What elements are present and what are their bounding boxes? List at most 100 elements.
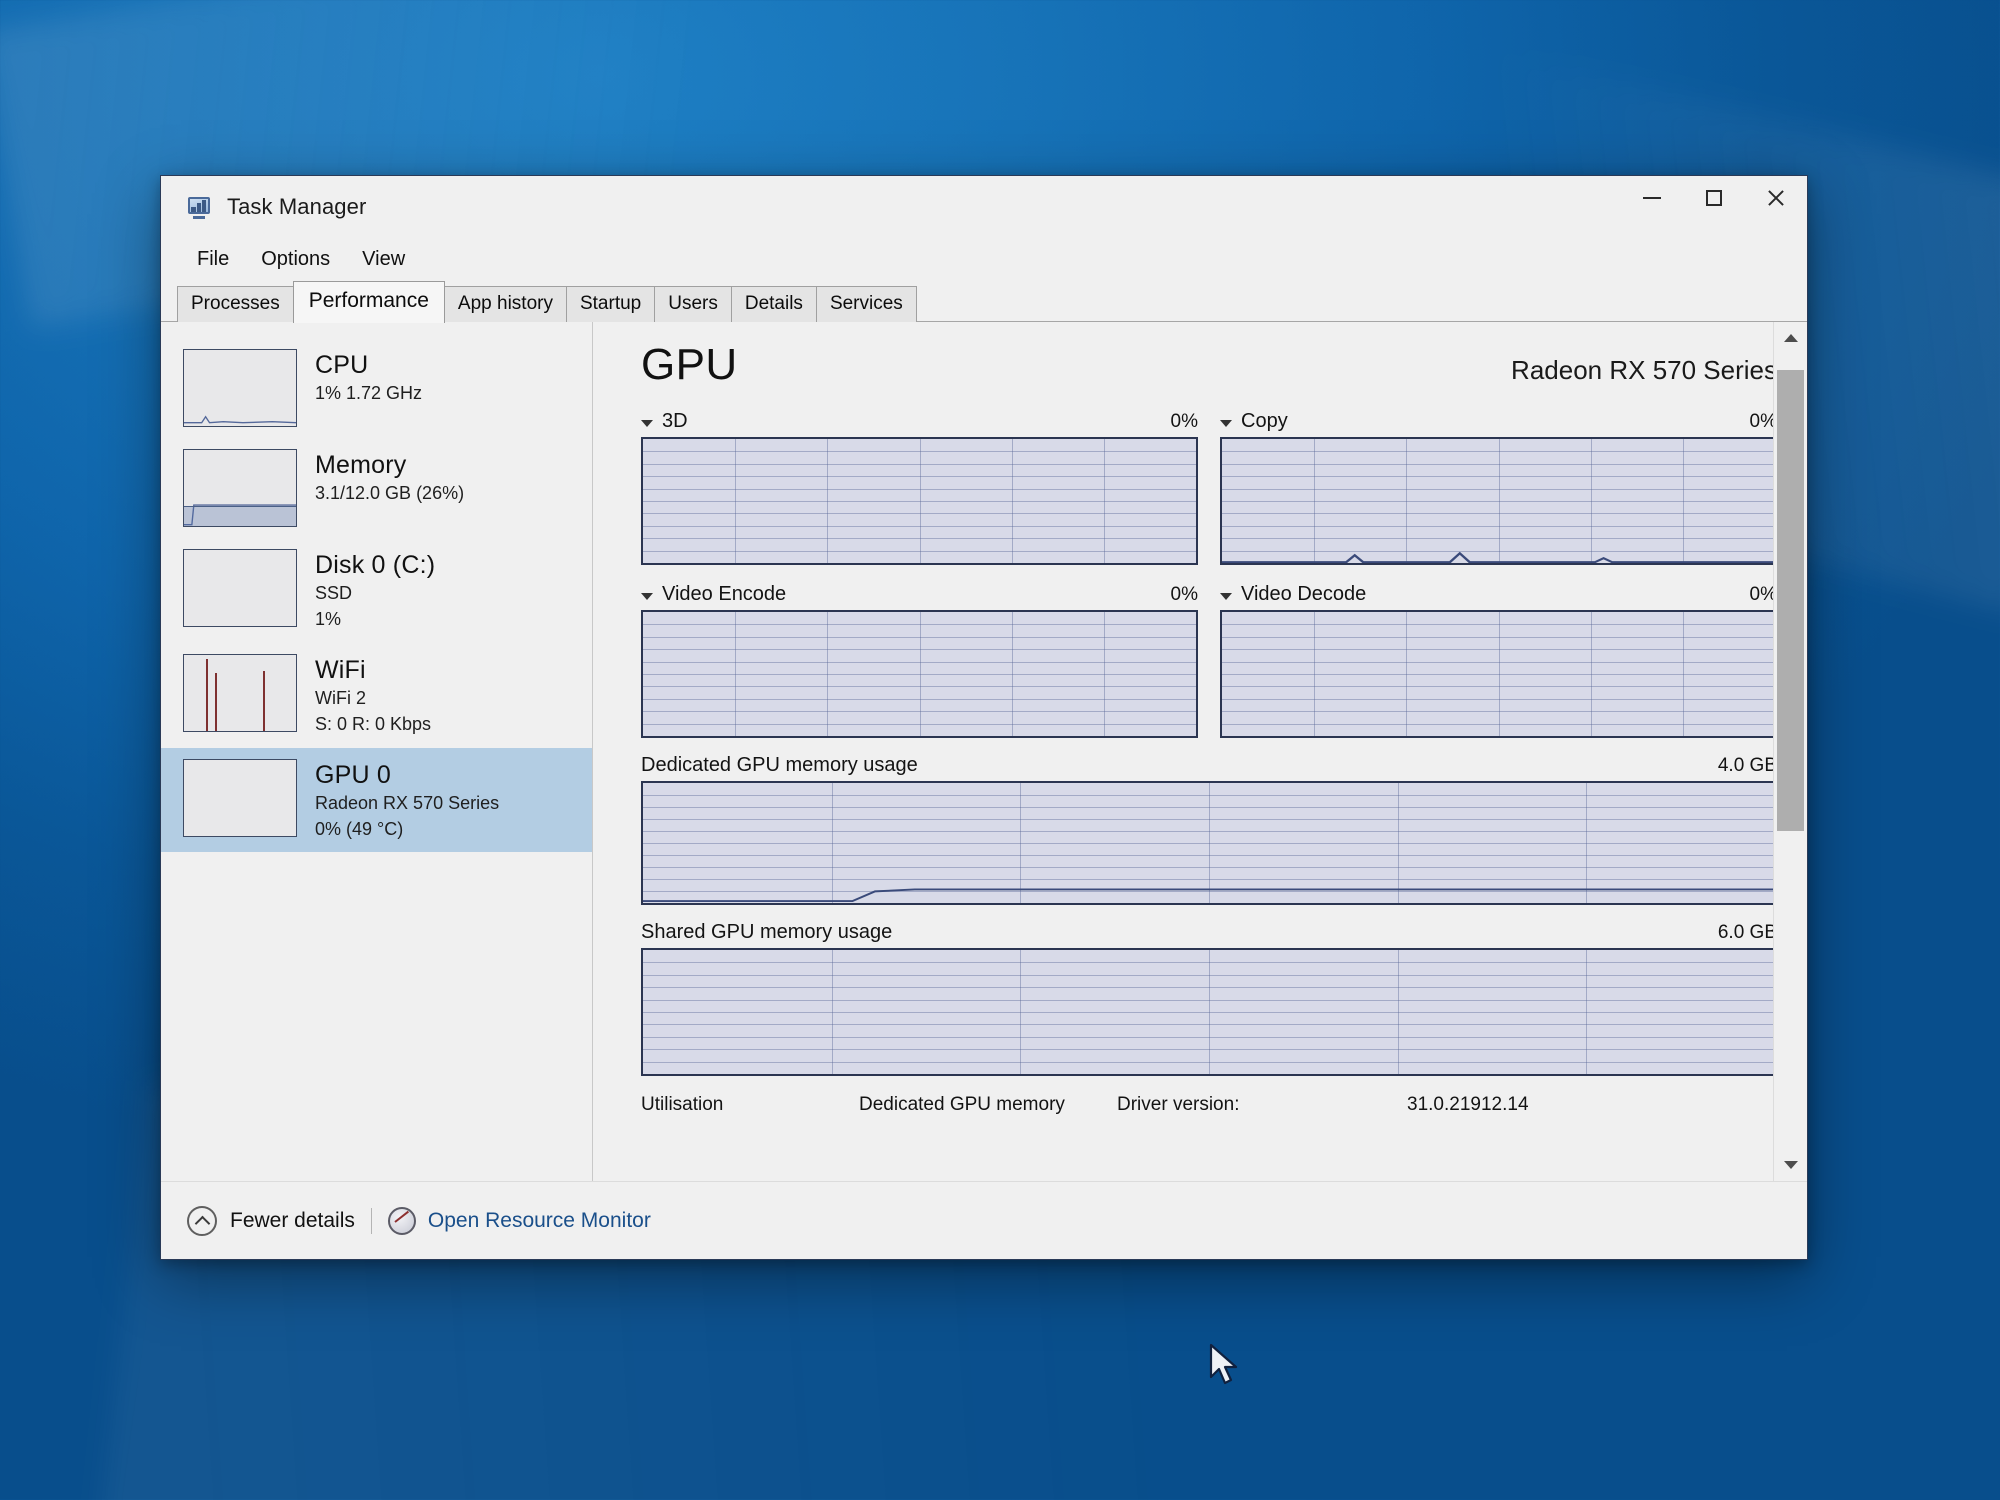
graph-canvas-shared-memory bbox=[641, 948, 1777, 1076]
tab-app-history[interactable]: App history bbox=[443, 286, 567, 322]
tab-users[interactable]: Users bbox=[654, 286, 732, 322]
status-bar: Fewer details Open Resource Monitor bbox=[161, 1181, 1807, 1259]
graph-label-text: 3D bbox=[662, 410, 688, 432]
graph-label-copy[interactable]: Copy bbox=[1220, 410, 1288, 433]
sidebar-item-title: CPU bbox=[315, 351, 369, 379]
tab-details[interactable]: Details bbox=[730, 286, 817, 322]
wifi-mini-graph bbox=[183, 653, 297, 732]
sidebar-item-title: GPU 0 bbox=[315, 760, 392, 789]
sidebar-item-detail2: 0% (49 °C) bbox=[315, 818, 404, 839]
engine-graph-row-2: Video Encode 0% Video Decode 0% bbox=[641, 583, 1777, 738]
menu-view[interactable]: View bbox=[350, 244, 417, 275]
window-title: Task Manager bbox=[227, 194, 367, 219]
sidebar-item-memory[interactable]: Memory 3.1/12.0 GB (26%) bbox=[161, 438, 592, 538]
chevron-up-icon bbox=[1783, 334, 1798, 342]
sidebar-item-cpu[interactable]: CPU 1% 1.72 GHz bbox=[161, 338, 592, 438]
sidebar-item-detail: SSD bbox=[315, 583, 353, 603]
open-resource-monitor-label: Open Resource Monitor bbox=[427, 1208, 651, 1232]
graph-canvas-dedicated-memory bbox=[641, 781, 1777, 905]
mini-graph-gridlines bbox=[184, 350, 296, 426]
scrollbar-track[interactable] bbox=[1774, 354, 1807, 1149]
graph-label-video-encode[interactable]: Video Encode bbox=[641, 583, 786, 606]
graph-label-text: Video Encode bbox=[662, 583, 787, 605]
shared-memory-label-row: Shared GPU memory usage 6.0 GB bbox=[641, 921, 1777, 944]
graph-canvas-video-encode bbox=[641, 610, 1198, 738]
chevron-up-circle-icon bbox=[187, 1205, 217, 1236]
sidebar-item-title: WiFi bbox=[315, 655, 366, 684]
menu-file[interactable]: File bbox=[185, 244, 241, 275]
fewer-details-label: Fewer details bbox=[230, 1208, 355, 1232]
resource-sidebar: CPU 1% 1.72 GHz Memory 3.1/12.0 GB (26%) bbox=[161, 322, 593, 1181]
fewer-details-button[interactable]: Fewer details bbox=[187, 1205, 355, 1236]
menu-options[interactable]: Options bbox=[249, 244, 342, 275]
tab-processes[interactable]: Processes bbox=[177, 286, 294, 322]
cpu-mini-graph bbox=[183, 349, 297, 427]
chevron-down-icon[interactable] bbox=[641, 420, 653, 427]
chevron-down-icon[interactable] bbox=[1220, 593, 1232, 600]
vertical-scrollbar[interactable] bbox=[1773, 322, 1807, 1181]
mouse-cursor bbox=[1209, 1343, 1238, 1385]
sidebar-item-detail: WiFi 2 bbox=[315, 687, 366, 708]
stat-dedicated-memory-label: Dedicated GPU memory bbox=[859, 1094, 1065, 1115]
engine-graph-video-encode: Video Encode 0% bbox=[641, 583, 1198, 738]
sidebar-item-detail: 3.1/12.0 GB (26%) bbox=[315, 483, 465, 503]
sidebar-item-detail2: 1% bbox=[315, 609, 342, 630]
dedicated-memory-capacity: 4.0 GB bbox=[1717, 755, 1777, 776]
graph-label-text: Copy bbox=[1241, 410, 1288, 432]
gpu-mini-graph bbox=[183, 758, 297, 837]
minimize-button[interactable] bbox=[1621, 176, 1683, 220]
content-area: CPU 1% 1.72 GHz Memory 3.1/12.0 GB (26%) bbox=[161, 322, 1807, 1181]
graph-canvas-video-decode bbox=[1220, 610, 1777, 738]
device-name: Radeon RX 570 Series bbox=[1511, 355, 1777, 385]
engine-graph-copy: Copy 0% bbox=[1220, 410, 1777, 565]
dedicated-memory-label-row: Dedicated GPU memory usage 4.0 GB bbox=[641, 754, 1777, 777]
graph-gridlines bbox=[1222, 612, 1775, 736]
panel-header: GPU Radeon RX 570 Series bbox=[641, 340, 1777, 390]
mini-graph-gridlines bbox=[184, 760, 296, 836]
mini-graph-gridlines bbox=[184, 550, 296, 626]
sidebar-item-detail2: S: 0 R: 0 Kbps bbox=[315, 714, 432, 735]
sidebar-item-gpu[interactable]: GPU 0 Radeon RX 570 Series 0% (49 °C) bbox=[161, 747, 592, 853]
scroll-up-button[interactable] bbox=[1774, 322, 1807, 354]
tab-strip: Processes Performance App history Startu… bbox=[161, 280, 1807, 323]
engine-graph-3d: 3D 0% bbox=[641, 410, 1198, 565]
graph-gridlines bbox=[643, 950, 1775, 1074]
graph-label-text: Video Decode bbox=[1241, 583, 1367, 605]
graph-canvas-3d bbox=[641, 437, 1198, 565]
sidebar-item-detail: 1% 1.72 GHz bbox=[315, 383, 423, 403]
sidebar-item-wifi[interactable]: WiFi WiFi 2 S: 0 R: 0 Kbps bbox=[161, 643, 592, 748]
maximize-button[interactable] bbox=[1683, 176, 1745, 220]
tab-startup[interactable]: Startup bbox=[565, 286, 656, 322]
graph-label-video-decode[interactable]: Video Decode bbox=[1220, 583, 1366, 606]
close-button[interactable] bbox=[1745, 176, 1807, 220]
graph-label-3d[interactable]: 3D bbox=[641, 410, 688, 433]
chevron-down-icon[interactable] bbox=[1220, 420, 1232, 427]
window-controls bbox=[1621, 176, 1807, 238]
stats-row: Utilisation Dedicated GPU memory Driver … bbox=[641, 1094, 1777, 1116]
tab-performance[interactable]: Performance bbox=[292, 280, 445, 323]
stat-utilisation-label: Utilisation bbox=[641, 1094, 724, 1115]
graph-value-video-encode: 0% bbox=[1170, 583, 1198, 605]
page-title: GPU bbox=[641, 340, 738, 389]
chevron-down-icon bbox=[1783, 1161, 1798, 1169]
resource-monitor-icon bbox=[387, 1206, 416, 1235]
engine-graph-row-1: 3D 0% Copy 0% bbox=[641, 410, 1777, 565]
menu-bar: File Options View bbox=[161, 238, 1807, 280]
disk-mini-graph bbox=[183, 549, 297, 627]
graph-canvas-copy bbox=[1220, 437, 1777, 565]
open-resource-monitor-link[interactable]: Open Resource Monitor bbox=[387, 1206, 651, 1235]
chevron-down-icon[interactable] bbox=[641, 593, 653, 600]
footer-divider bbox=[370, 1207, 372, 1234]
stat-driver-version-value: 31.0.21912.14 bbox=[1407, 1094, 1529, 1115]
close-icon bbox=[1766, 188, 1786, 208]
shared-memory-capacity: 6.0 GB bbox=[1717, 922, 1777, 943]
sidebar-item-disk[interactable]: Disk 0 (C:) SSD 1% bbox=[161, 538, 592, 643]
tab-services[interactable]: Services bbox=[815, 286, 917, 322]
task-manager-window: Task Manager File Options View Processes… bbox=[160, 175, 1808, 1260]
engine-graph-video-decode: Video Decode 0% bbox=[1220, 583, 1777, 738]
graph-gridlines bbox=[643, 612, 1196, 736]
scroll-down-button[interactable] bbox=[1774, 1149, 1807, 1181]
sidebar-item-detail: Radeon RX 570 Series bbox=[315, 792, 500, 813]
title-bar: Task Manager bbox=[161, 176, 1807, 238]
scrollbar-thumb[interactable] bbox=[1777, 369, 1804, 831]
